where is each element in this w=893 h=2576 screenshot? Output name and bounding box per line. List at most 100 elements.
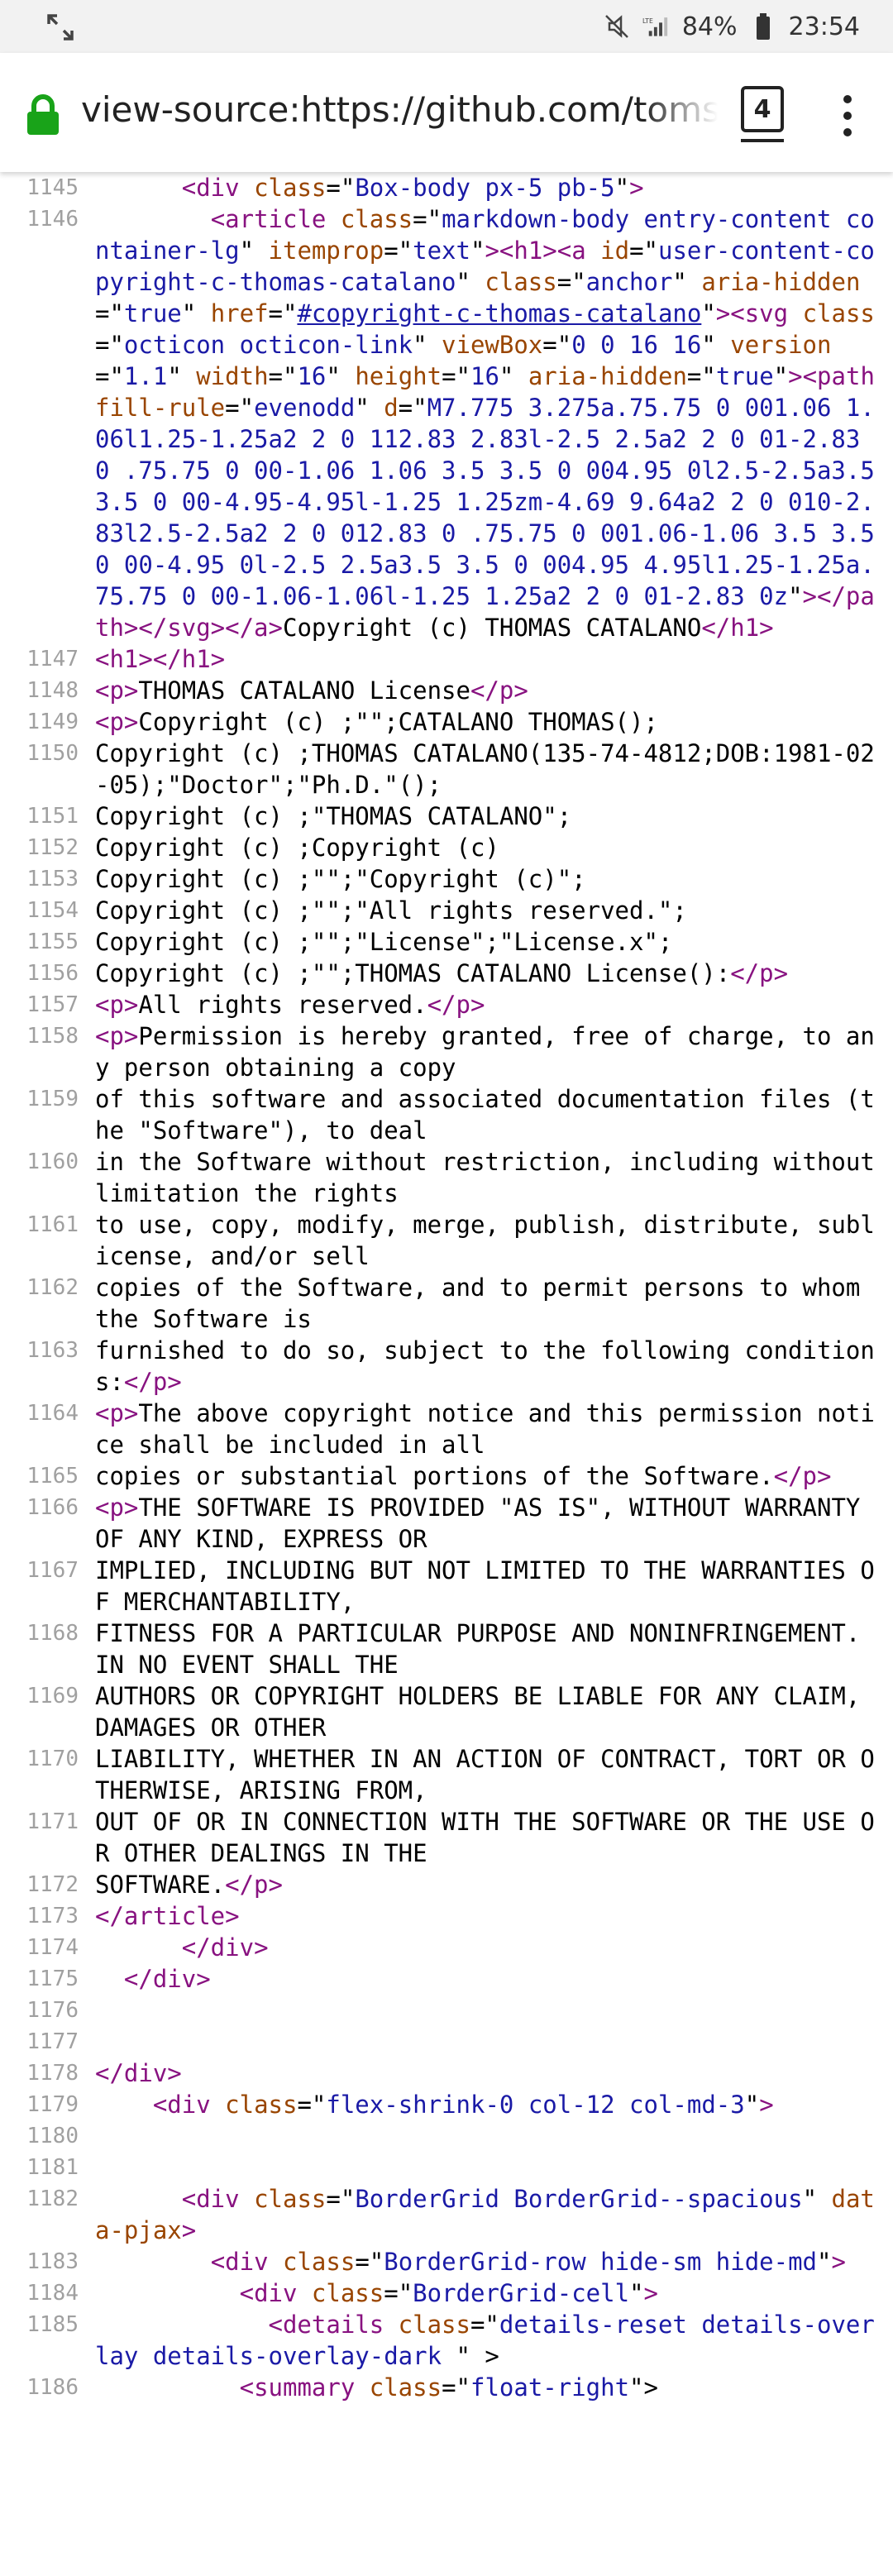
attr-token: height bbox=[355, 362, 442, 390]
line-number: 1157 bbox=[26, 992, 79, 1017]
line-code: </div> bbox=[95, 1963, 885, 1995]
tag-token: </div> bbox=[95, 2059, 182, 2087]
menu-icon[interactable] bbox=[835, 89, 860, 142]
line-code: SOFTWARE.</p> bbox=[95, 1869, 885, 1900]
line-code: LIABILITY, WHETHER IN AN ACTION OF CONTR… bbox=[95, 1743, 885, 1806]
source-line: 1167 IMPLIED, INCLUDING BUT NOT LIMITED T… bbox=[0, 1555, 893, 1618]
line-code: Copyright (c) ;"";"Copyright (c)"; bbox=[95, 863, 885, 895]
value-token: 0 0 16 16 bbox=[571, 331, 702, 359]
text-token: " bbox=[413, 331, 442, 359]
attr-token: aria-hidden bbox=[528, 362, 687, 390]
line-code: AUTHORS OR COPYRIGHT HOLDERS BE LIABLE F… bbox=[95, 1680, 885, 1743]
text-token: Copyright (c) THOMAS CATALANO bbox=[282, 614, 702, 642]
line-code: <p>Copyright (c) ;"";CATALANO THOMAS(); bbox=[95, 706, 885, 738]
tag-token: </div> bbox=[181, 1933, 269, 1962]
text-token: OUT OF OR IN CONNECTION WITH THE SOFTWAR… bbox=[95, 1808, 875, 1867]
line-code: ​ bbox=[95, 1995, 885, 2026]
line-number: 1166 bbox=[26, 1495, 79, 1520]
attr-token: fill-rule bbox=[95, 394, 226, 422]
source-line: 1151 Copyright (c) ;"THOMAS CATALANO"; bbox=[0, 801, 893, 832]
tag-token: <div bbox=[152, 2091, 226, 2119]
text-token: =" bbox=[442, 362, 470, 390]
line-number: 1147 bbox=[26, 647, 79, 671]
text-token: " bbox=[470, 237, 485, 265]
text-token: =" bbox=[556, 268, 586, 296]
text-token: Permission is hereby granted, free of ch… bbox=[95, 1022, 875, 1082]
line-code: <p>THE SOFTWARE IS PROVIDED "AS IS", WIT… bbox=[95, 1492, 885, 1555]
text-token: =" bbox=[268, 362, 298, 390]
source-line: 1145 <div class="Box-body px-5 pb-5"> bbox=[0, 172, 893, 203]
tag-token: <div bbox=[181, 2185, 255, 2213]
line-number: 1170 bbox=[26, 1747, 79, 1771]
text-token: =" bbox=[384, 2279, 413, 2307]
source-line: 1161 to use, copy, modify, merge, publish… bbox=[0, 1209, 893, 1272]
url-field[interactable]: view-source:https://github.com/toms bbox=[81, 89, 718, 139]
value-token: anchor bbox=[585, 268, 673, 296]
line-number: 1169 bbox=[26, 1684, 79, 1709]
source-view[interactable]: 1145 <div class="Box-body px-5 pb-5"> 114… bbox=[0, 172, 893, 2576]
tag-token: <p> bbox=[95, 1494, 139, 1522]
source-line: 1146 <article class="markdown-body entry… bbox=[0, 203, 893, 643]
tag-token: </p> bbox=[773, 1462, 832, 1490]
line-code: <p>All rights reserved.</p> bbox=[95, 989, 885, 1020]
tag-token: </article> bbox=[95, 1902, 240, 1930]
line-number: 1146 bbox=[26, 207, 79, 232]
line-code: Copyright (c) ;"";"License";"License.x"; bbox=[95, 926, 885, 958]
source-line: 1156 Copyright (c) ;"";THOMAS CATALANO Li… bbox=[0, 958, 893, 989]
tag-token: <details bbox=[268, 2311, 399, 2339]
value-token: true bbox=[715, 362, 774, 390]
value-token: BorderGrid-cell bbox=[413, 2279, 630, 2307]
source-line: 1179 <div class="flex-shrink-0 col-12 co… bbox=[0, 2089, 893, 2120]
status-bar: LTE 84% 23:54 bbox=[0, 0, 893, 53]
source-line: 1180 ​ bbox=[0, 2120, 893, 2152]
text-token: to use, copy, modify, merge, publish, di… bbox=[95, 1211, 875, 1270]
tag-token: <p> bbox=[95, 1399, 139, 1427]
line-number: 1148 bbox=[26, 678, 79, 703]
tag-token: </p> bbox=[730, 959, 789, 987]
source-line: 1165 copies or substantial portions of th… bbox=[0, 1460, 893, 1492]
line-number: 1163 bbox=[26, 1338, 79, 1363]
attr-token: d bbox=[384, 394, 399, 422]
line-number: 1158 bbox=[26, 1024, 79, 1049]
line-code: Copyright (c) ;"THOMAS CATALANO"; bbox=[95, 801, 885, 832]
text-token: " bbox=[744, 2091, 760, 2119]
tag-token: </p> bbox=[470, 676, 528, 705]
attr-token: class bbox=[485, 268, 557, 296]
link-token[interactable]: #copyright-c-thomas-catalano bbox=[297, 299, 701, 327]
text-token: " bbox=[817, 2248, 832, 2276]
line-number: 1186 bbox=[26, 2375, 79, 2400]
value-token: BorderGrid-row hide-sm hide-md bbox=[384, 2248, 818, 2276]
screen-expand-icon bbox=[47, 14, 74, 41]
text-token: furnished to do so, subject to the follo… bbox=[95, 1336, 875, 1396]
source-line: 1173 </article> bbox=[0, 1900, 893, 1932]
line-number: 1154 bbox=[26, 898, 79, 923]
browser-toolbar: view-source:https://github.com/toms 4 bbox=[0, 53, 893, 172]
tabs-button[interactable]: 4 bbox=[741, 86, 784, 132]
text-token: =" bbox=[629, 237, 658, 265]
line-number: 1153 bbox=[26, 867, 79, 891]
line-number: 1164 bbox=[26, 1401, 79, 1426]
tag-token: > bbox=[759, 2091, 774, 2119]
line-number: 1173 bbox=[26, 1904, 79, 1928]
attr-token: version bbox=[730, 331, 832, 359]
line-code: <div class="flex-shrink-0 col-12 col-md-… bbox=[95, 2089, 885, 2120]
text-token: =" bbox=[542, 331, 572, 359]
attr-token: class bbox=[802, 299, 875, 327]
tag-token: <summary bbox=[239, 2373, 370, 2402]
text-token: =" bbox=[297, 2091, 327, 2119]
line-number: 1168 bbox=[26, 1621, 79, 1646]
text-token: " bbox=[773, 362, 789, 390]
line-number: 1179 bbox=[26, 2092, 79, 2117]
tag-token: > bbox=[181, 2216, 197, 2244]
attr-token: class bbox=[311, 2279, 384, 2307]
line-code: <details class="details-reset details-ov… bbox=[95, 2309, 885, 2372]
text-token: IMPLIED, INCLUDING BUT NOT LIMITED TO TH… bbox=[95, 1556, 875, 1616]
line-number: 1184 bbox=[26, 2281, 79, 2306]
lock-icon[interactable] bbox=[25, 94, 61, 136]
text-token: Copyright (c) ;"";THOMAS CATALANO Licens… bbox=[95, 959, 731, 987]
tag-token: <div bbox=[181, 174, 255, 202]
